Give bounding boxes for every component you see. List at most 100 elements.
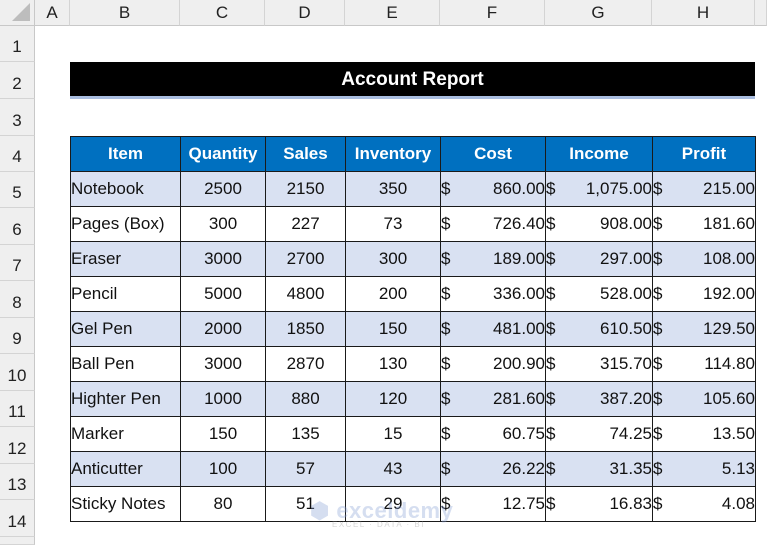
cell-quantity[interactable]: 80 <box>180 486 266 522</box>
cell-sales[interactable]: 1850 <box>265 311 346 347</box>
cell-income[interactable]: $31.35 <box>545 451 653 487</box>
cell-cost[interactable]: $336.00 <box>440 276 546 312</box>
cell-income[interactable]: $1,075.00 <box>545 171 653 207</box>
row-header-5[interactable]: 5 <box>0 172 35 208</box>
cell-item[interactable]: Ball Pen <box>70 346 181 382</box>
cell-item[interactable]: Eraser <box>70 241 181 277</box>
header-profit[interactable]: Profit <box>652 136 756 172</box>
cell-profit[interactable]: $181.60 <box>652 206 756 242</box>
cell-inventory[interactable]: 29 <box>345 486 441 522</box>
cell-item[interactable]: Sticky Notes <box>70 486 181 522</box>
cell-inventory[interactable]: 73 <box>345 206 441 242</box>
cell-profit[interactable]: $114.80 <box>652 346 756 382</box>
column-header-next[interactable] <box>755 0 767 26</box>
cell-cost[interactable]: $726.40 <box>440 206 546 242</box>
column-header-c[interactable]: C <box>180 0 265 26</box>
cell-income[interactable]: $16.83 <box>545 486 653 522</box>
cell-item[interactable]: Highter Pen <box>70 381 181 417</box>
cell-cost[interactable]: $860.00 <box>440 171 546 207</box>
cell-item[interactable]: Anticutter <box>70 451 181 487</box>
cell-profit[interactable]: $13.50 <box>652 416 756 452</box>
cell-profit[interactable]: $192.00 <box>652 276 756 312</box>
cell-item[interactable]: Marker <box>70 416 181 452</box>
cell-profit[interactable]: $129.50 <box>652 311 756 347</box>
cell-income[interactable]: $297.00 <box>545 241 653 277</box>
header-cost[interactable]: Cost <box>440 136 546 172</box>
cell-cost[interactable]: $281.60 <box>440 381 546 417</box>
cell-inventory[interactable]: 130 <box>345 346 441 382</box>
row-header-9[interactable]: 9 <box>0 318 35 354</box>
cell-item[interactable]: Pages (Box) <box>70 206 181 242</box>
cell-item[interactable]: Notebook <box>70 171 181 207</box>
column-header-a[interactable]: A <box>35 0 70 26</box>
row-header-15[interactable] <box>0 537 35 545</box>
cell-quantity[interactable]: 2500 <box>180 171 266 207</box>
cell-profit[interactable]: $215.00 <box>652 171 756 207</box>
cell-income[interactable]: $387.20 <box>545 381 653 417</box>
cell-sales[interactable]: 51 <box>265 486 346 522</box>
row-header-2[interactable]: 2 <box>0 62 35 99</box>
header-quantity[interactable]: Quantity <box>180 136 266 172</box>
cell-income[interactable]: $908.00 <box>545 206 653 242</box>
header-income[interactable]: Income <box>545 136 653 172</box>
header-item[interactable]: Item <box>70 136 181 172</box>
cell-inventory[interactable]: 120 <box>345 381 441 417</box>
cell-sales[interactable]: 880 <box>265 381 346 417</box>
row-header-10[interactable]: 10 <box>0 354 35 391</box>
cell-cost[interactable]: $12.75 <box>440 486 546 522</box>
cell-profit[interactable]: $4.08 <box>652 486 756 522</box>
cell-inventory[interactable]: 350 <box>345 171 441 207</box>
cell-cost[interactable]: $200.90 <box>440 346 546 382</box>
header-inventory[interactable]: Inventory <box>345 136 441 172</box>
row-header-12[interactable]: 12 <box>0 427 35 464</box>
row-header-1[interactable]: 1 <box>0 26 35 62</box>
cell-quantity[interactable]: 3000 <box>180 346 266 382</box>
cell-inventory[interactable]: 43 <box>345 451 441 487</box>
cell-item[interactable]: Pencil <box>70 276 181 312</box>
cell-profit[interactable]: $105.60 <box>652 381 756 417</box>
cell-sales[interactable]: 2700 <box>265 241 346 277</box>
cell-quantity[interactable]: 2000 <box>180 311 266 347</box>
cell-income[interactable]: $315.70 <box>545 346 653 382</box>
cell-sales[interactable]: 2870 <box>265 346 346 382</box>
cell-quantity[interactable]: 300 <box>180 206 266 242</box>
cell-income[interactable]: $528.00 <box>545 276 653 312</box>
cell-inventory[interactable]: 200 <box>345 276 441 312</box>
select-all-corner[interactable] <box>0 0 35 26</box>
cell-income[interactable]: $610.50 <box>545 311 653 347</box>
cell-quantity[interactable]: 3000 <box>180 241 266 277</box>
row-header-11[interactable]: 11 <box>0 391 35 427</box>
cell-cost[interactable]: $481.00 <box>440 311 546 347</box>
cell-sales[interactable]: 227 <box>265 206 346 242</box>
cell-quantity[interactable]: 1000 <box>180 381 266 417</box>
cell-profit[interactable]: $5.13 <box>652 451 756 487</box>
column-header-g[interactable]: G <box>545 0 652 26</box>
row-header-3[interactable]: 3 <box>0 99 35 136</box>
row-header-7[interactable]: 7 <box>0 245 35 281</box>
cell-quantity[interactable]: 5000 <box>180 276 266 312</box>
cell-quantity[interactable]: 100 <box>180 451 266 487</box>
row-header-6[interactable]: 6 <box>0 208 35 245</box>
cell-profit[interactable]: $108.00 <box>652 241 756 277</box>
column-header-f[interactable]: F <box>440 0 545 26</box>
column-header-b[interactable]: B <box>70 0 180 26</box>
cell-sales[interactable]: 57 <box>265 451 346 487</box>
cell-cost[interactable]: $60.75 <box>440 416 546 452</box>
report-title[interactable]: Account Report <box>70 62 755 99</box>
cell-cost[interactable]: $26.22 <box>440 451 546 487</box>
row-header-8[interactable]: 8 <box>0 281 35 318</box>
cell-quantity[interactable]: 150 <box>180 416 266 452</box>
row-header-4[interactable]: 4 <box>0 136 35 172</box>
cell-income[interactable]: $74.25 <box>545 416 653 452</box>
cell-sales[interactable]: 135 <box>265 416 346 452</box>
cell-inventory[interactable]: 150 <box>345 311 441 347</box>
cell-inventory[interactable]: 15 <box>345 416 441 452</box>
row-header-13[interactable]: 13 <box>0 464 35 500</box>
column-header-d[interactable]: D <box>265 0 345 26</box>
cell-inventory[interactable]: 300 <box>345 241 441 277</box>
cell-item[interactable]: Gel Pen <box>70 311 181 347</box>
row-header-14[interactable]: 14 <box>0 500 35 537</box>
cell-sales[interactable]: 4800 <box>265 276 346 312</box>
column-header-h[interactable]: H <box>652 0 755 26</box>
cell-sales[interactable]: 2150 <box>265 171 346 207</box>
